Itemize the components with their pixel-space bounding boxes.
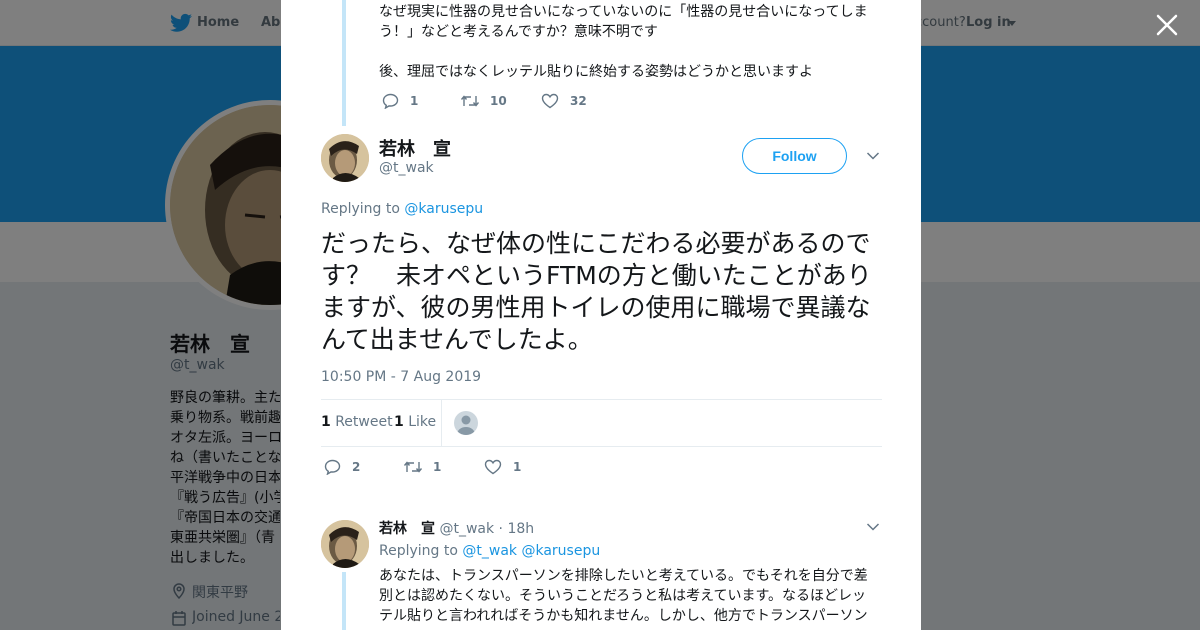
reply-icon [382, 93, 399, 109]
tweet-timestamp[interactable]: 10:50 PM - 7 Aug 2019 [321, 369, 481, 385]
tweet-stats: 1 Retweet 1 Like [321, 399, 882, 447]
liker-avatar[interactable] [454, 411, 478, 435]
replying-to: Replying to @karusepu [321, 201, 483, 217]
like-stat-label: Like [408, 414, 437, 430]
retweet-button[interactable]: 1 [403, 459, 484, 475]
like-icon [541, 93, 559, 109]
reply-author-name[interactable]: 若林 宣 [379, 521, 435, 537]
reply-icon [324, 459, 341, 475]
avatar[interactable] [321, 134, 369, 182]
main-tweet-actions: 2 1 1 [324, 459, 521, 475]
retweet-button[interactable]: 10 [460, 93, 541, 109]
replying-to-link[interactable]: @karusepu [521, 543, 600, 559]
thread-line [342, 0, 346, 126]
prev-tweet-actions: 1 10 32 [382, 93, 587, 109]
like-stat-count: 1 [394, 414, 404, 430]
like-button[interactable]: 1 [484, 459, 521, 475]
tweet-modal: なぜ現実に性器の見せ合いになっていないのに「性器の見せ合いになってしまう！」など… [281, 0, 921, 630]
replying-to-link[interactable]: @karusepu [404, 201, 483, 217]
replying-to-link[interactable]: @t_wak [462, 543, 517, 559]
reply-count: 1 [410, 94, 419, 108]
thread-line [342, 572, 346, 630]
like-icon [484, 459, 502, 475]
retweet-icon [460, 95, 480, 107]
like-count: 1 [513, 460, 522, 474]
replying-to-label: Replying to [379, 543, 458, 559]
retweet-stat-label: Retweet [335, 414, 393, 430]
close-icon[interactable] [1154, 12, 1180, 38]
follow-button[interactable]: Follow [742, 138, 847, 174]
retweet-icon [403, 461, 423, 473]
reply-count: 2 [352, 460, 361, 474]
reply-tweet-text: あなたは、トランスパーソンを排除したいと考えている。でもそれを自分で差別とは認め… [379, 568, 868, 624]
prev-tweet-text: なぜ現実に性器の見せ合いになっていないのに「性器の見せ合いになってしまう！」など… [379, 4, 868, 80]
reply-button[interactable]: 2 [324, 459, 403, 475]
retweet-stat-count: 1 [321, 414, 331, 430]
retweet-stat[interactable]: 1 Retweet [321, 414, 393, 430]
like-button[interactable]: 32 [541, 93, 587, 109]
reply-tweet-time[interactable]: · 18h [499, 521, 535, 537]
replying-to-label: Replying to [321, 201, 400, 217]
chevron-down-icon[interactable] [866, 151, 880, 161]
stats-divider [441, 400, 442, 447]
reply-author-handle[interactable]: @t_wak [439, 521, 494, 537]
reply-replying-to: Replying to @t_wak @karusepu [379, 543, 600, 559]
tweet-text: だったら、なぜ体の性にこだわる必要があるのです？ 未オペというFTMの方と働いた… [321, 229, 872, 354]
reply-button[interactable]: 1 [382, 93, 460, 109]
chevron-down-icon[interactable] [866, 522, 880, 532]
retweet-count: 10 [490, 94, 507, 108]
reply-tweet-header: 若林 宣 @t_wak · 18h [379, 518, 534, 538]
tweet-author-name[interactable]: 若林 宣 [379, 135, 451, 161]
retweet-count: 1 [433, 460, 442, 474]
avatar[interactable] [321, 520, 369, 568]
like-count: 32 [570, 94, 587, 108]
like-stat[interactable]: 1 Like [394, 414, 436, 430]
tweet-author-handle[interactable]: @t_wak [379, 160, 434, 176]
